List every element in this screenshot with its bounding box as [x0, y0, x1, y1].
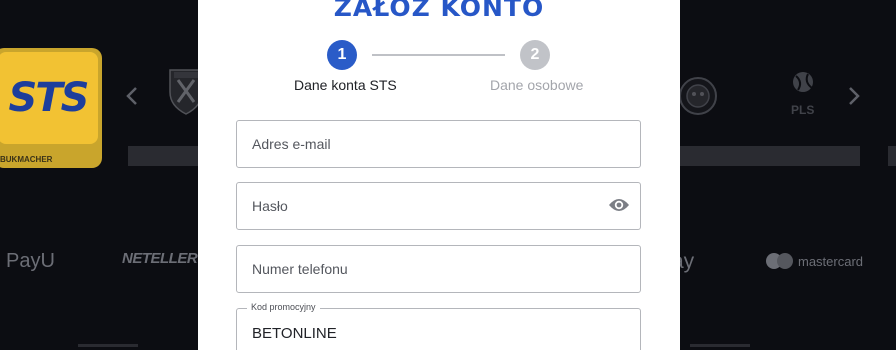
sts-logo-text: STS — [8, 75, 90, 121]
promo-code-field[interactable] — [237, 309, 640, 350]
eye-icon[interactable] — [608, 197, 630, 213]
plus-liga-volleyball-icon: PLS — [786, 70, 826, 117]
step-2-indicator: 2 — [520, 40, 550, 70]
svg-text:PLS: PLS — [791, 103, 814, 117]
chevron-right-icon[interactable] — [848, 86, 860, 112]
step-progress-line — [372, 54, 505, 56]
modal-title: ZAŁÓŻ KONTO — [333, 0, 545, 22]
neteller-logo: NETELLER — [122, 250, 198, 267]
step-1-label: Dane konta STS — [294, 77, 397, 93]
promo-code-field-wrapper: Kod promocyjny — [236, 302, 641, 350]
sts-logo-caption: BUKMACHER — [0, 155, 53, 164]
payu-logo: PayU — [6, 250, 55, 272]
mastercard-circles-icon — [766, 253, 794, 269]
step-2-label: Dane osobowe — [490, 77, 584, 93]
email-field-wrapper — [236, 120, 641, 168]
chevron-left-icon[interactable] — [126, 86, 138, 112]
email-field[interactable] — [237, 121, 640, 167]
phone-field-wrapper — [236, 245, 641, 293]
sts-sponsor-logo: STS BUKMACHER — [0, 48, 102, 168]
password-field-wrapper — [236, 182, 641, 230]
mastercard-logo: mastercard — [766, 253, 863, 269]
register-modal: ZAŁÓŻ KONTO 1 2 Dane konta STS Dane osob… — [198, 0, 680, 350]
step-1-indicator: 1 — [327, 40, 357, 70]
club-crest-icon — [678, 74, 718, 120]
password-field[interactable] — [237, 183, 640, 229]
phone-field[interactable] — [237, 246, 640, 292]
mastercard-label: mastercard — [798, 253, 864, 269]
